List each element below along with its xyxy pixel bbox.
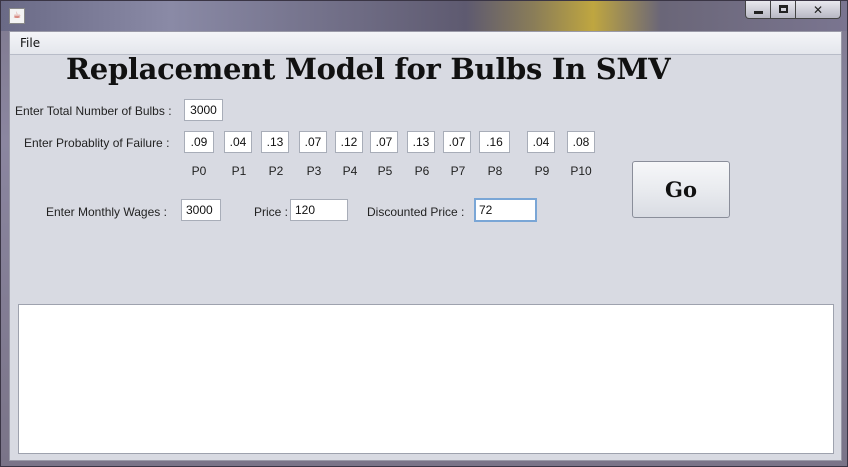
- p2-label: P2: [268, 164, 284, 178]
- p3-input[interactable]: [299, 131, 327, 153]
- p10-input[interactable]: [567, 131, 595, 153]
- p6-input[interactable]: [407, 131, 435, 153]
- p9-input[interactable]: [527, 131, 555, 153]
- title-bar[interactable]: ☕ ✕: [1, 1, 847, 31]
- p7-label: P7: [450, 164, 466, 178]
- close-icon: ✕: [812, 3, 824, 17]
- discounted-price-input[interactable]: [474, 198, 537, 222]
- bulbs-input[interactable]: [184, 99, 223, 121]
- p3-label: P3: [306, 164, 322, 178]
- maximize-button[interactable]: [770, 1, 796, 19]
- p5-input[interactable]: [370, 131, 398, 153]
- p8-input[interactable]: [479, 131, 510, 153]
- p8-label: P8: [487, 164, 503, 178]
- wages-input[interactable]: [181, 199, 221, 221]
- p4-input[interactable]: [335, 131, 363, 153]
- p2-input[interactable]: [261, 131, 289, 153]
- output-textarea[interactable]: [18, 304, 834, 454]
- close-button[interactable]: ✕: [795, 1, 841, 19]
- minimize-icon: [754, 11, 763, 14]
- p0-input[interactable]: [184, 131, 214, 153]
- discounted-price-label: Discounted Price :: [367, 205, 465, 219]
- bulbs-label: Enter Total Number of Bulbs :: [15, 104, 172, 118]
- menu-file[interactable]: File: [20, 36, 40, 50]
- p6-label: P6: [414, 164, 430, 178]
- p1-label: P1: [231, 164, 247, 178]
- window-controls: ✕: [745, 1, 841, 21]
- price-label: Price :: [254, 205, 289, 219]
- app-window: ☕ ✕ File Replacement Model for Bulbs In …: [0, 0, 848, 467]
- maximize-icon: [779, 5, 788, 13]
- go-button[interactable]: Go: [632, 161, 730, 218]
- p7-input[interactable]: [443, 131, 471, 153]
- failure-label: Enter Probablity of Failure :: [24, 136, 170, 150]
- wages-label: Enter Monthly Wages :: [46, 205, 167, 219]
- java-cup-icon[interactable]: ☕: [9, 8, 25, 24]
- minimize-button[interactable]: [745, 1, 771, 19]
- p4-label: P4: [342, 164, 358, 178]
- p0-label: P0: [191, 164, 207, 178]
- price-input[interactable]: [290, 199, 348, 221]
- p5-label: P5: [377, 164, 393, 178]
- p10-label: P10: [570, 164, 592, 178]
- p1-input[interactable]: [224, 131, 252, 153]
- page-title: Replacement Model for Bulbs In SMV: [66, 52, 671, 86]
- client-area: File Replacement Model for Bulbs In SMV …: [9, 31, 842, 461]
- p9-label: P9: [534, 164, 550, 178]
